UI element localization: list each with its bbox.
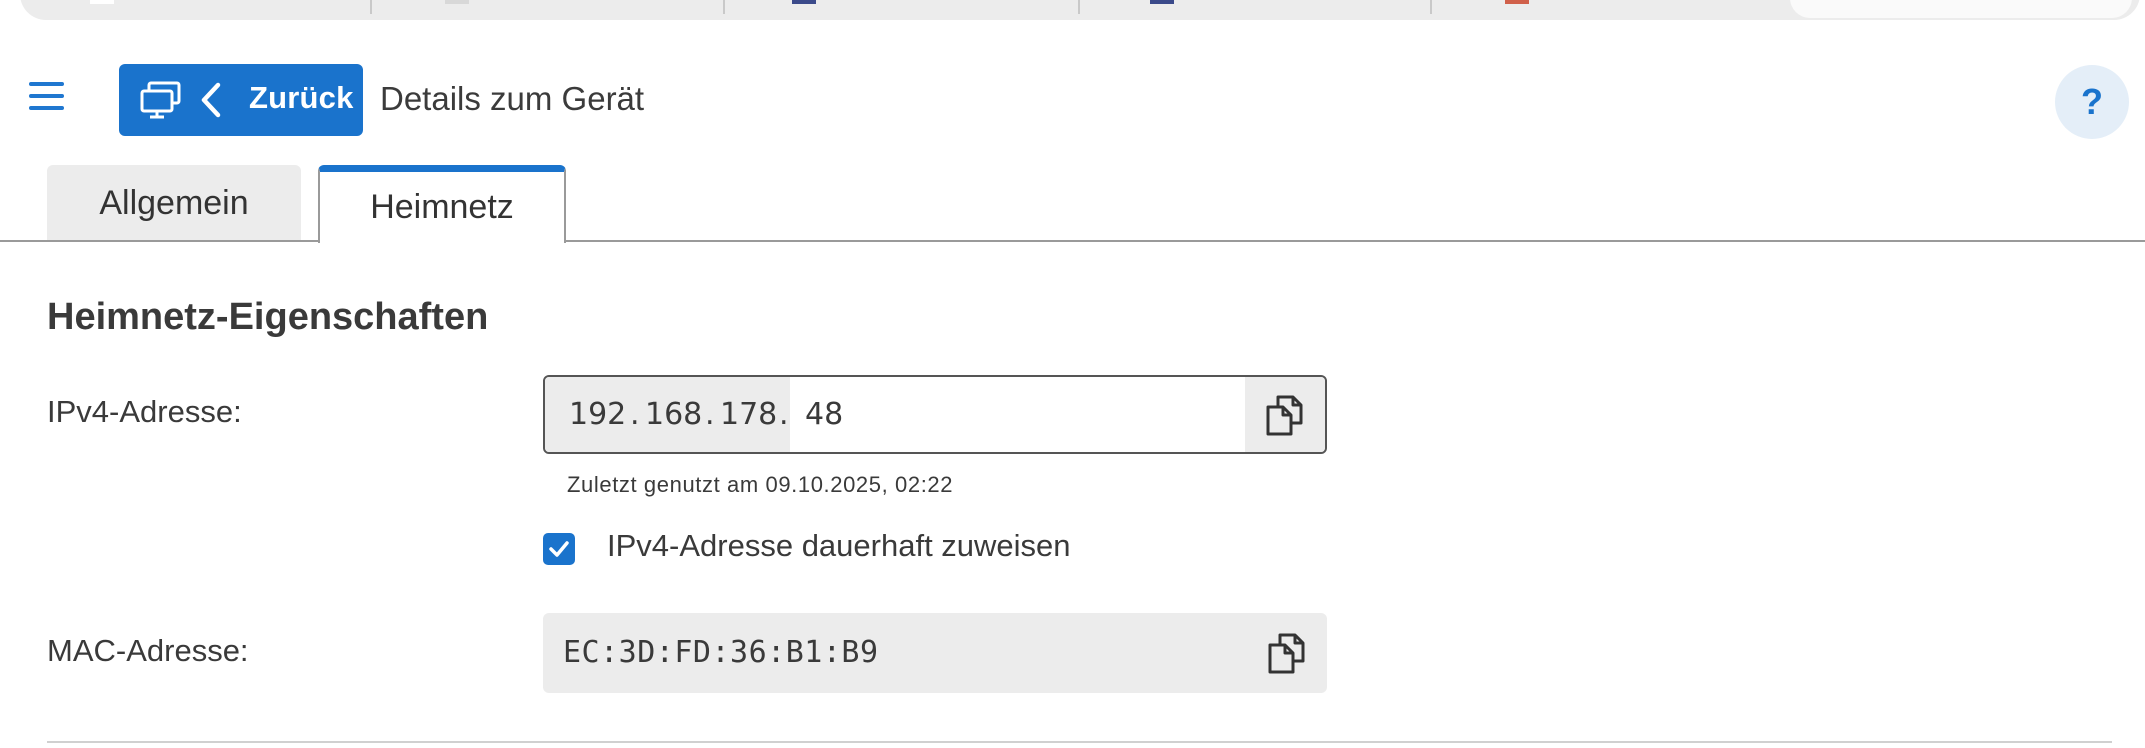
mac-value: EC:3D:FD:36:B1:B9 (563, 635, 879, 670)
ipv4-segment: 192 (569, 397, 627, 432)
tab-favicon (90, 0, 114, 4)
browser-tab-strip (20, 0, 2140, 20)
chevron-left-icon (201, 82, 221, 118)
ipv4-dot: . (630, 397, 640, 432)
copy-icon (1268, 633, 1305, 674)
browser-new-tab-area[interactable] (1790, 0, 2132, 18)
tab-heimnetz[interactable]: Heimnetz (318, 165, 566, 246)
ipv4-dot: . (779, 397, 789, 432)
checkmark-icon (549, 541, 569, 557)
hamburger-icon[interactable] (27, 80, 67, 116)
assign-permanent-label[interactable]: IPv4-Adresse dauerhaft zuweisen (607, 528, 1071, 564)
tab-allgemein[interactable]: Allgemein (47, 165, 301, 241)
tab-favicon (1150, 0, 1174, 4)
back-button[interactable]: Zurück (119, 64, 363, 136)
ipv4-field: 192 . 168 . 178 . (543, 375, 1327, 454)
copy-mac-button[interactable] (1247, 613, 1327, 693)
tab-favicon (1505, 0, 1529, 4)
help-button[interactable]: ? (2055, 65, 2129, 139)
mac-label: MAC-Adresse: (47, 633, 249, 668)
mac-field: EC:3D:FD:36:B1:B9 (543, 613, 1327, 693)
last-used-note: Zuletzt genutzt am 09.10.2025, 02:22 (567, 472, 954, 497)
ipv4-dot: . (705, 397, 715, 432)
copy-icon (1266, 395, 1303, 435)
tab-separator (1430, 0, 1432, 14)
tab-separator (370, 0, 372, 14)
tab-separator (723, 0, 725, 14)
tab-separator (1078, 0, 1080, 14)
ipv4-label: IPv4-Adresse: (47, 394, 242, 429)
page-title: Details zum Gerät (380, 80, 645, 117)
tab-favicon (445, 0, 469, 4)
tab-favicon (792, 0, 816, 4)
ipv4-segment: 178 (720, 397, 778, 432)
ipv4-segment: 168 (645, 397, 703, 432)
back-button-label: Zurück (249, 80, 354, 115)
section-title: Heimnetz-Eigenschaften (47, 296, 489, 338)
copy-ipv4-button[interactable] (1245, 377, 1325, 452)
assign-permanent-checkbox[interactable] (543, 533, 575, 565)
section-divider (47, 741, 2112, 743)
ipv4-last-octet-input[interactable] (805, 377, 1245, 452)
monitor-icon (140, 81, 181, 119)
